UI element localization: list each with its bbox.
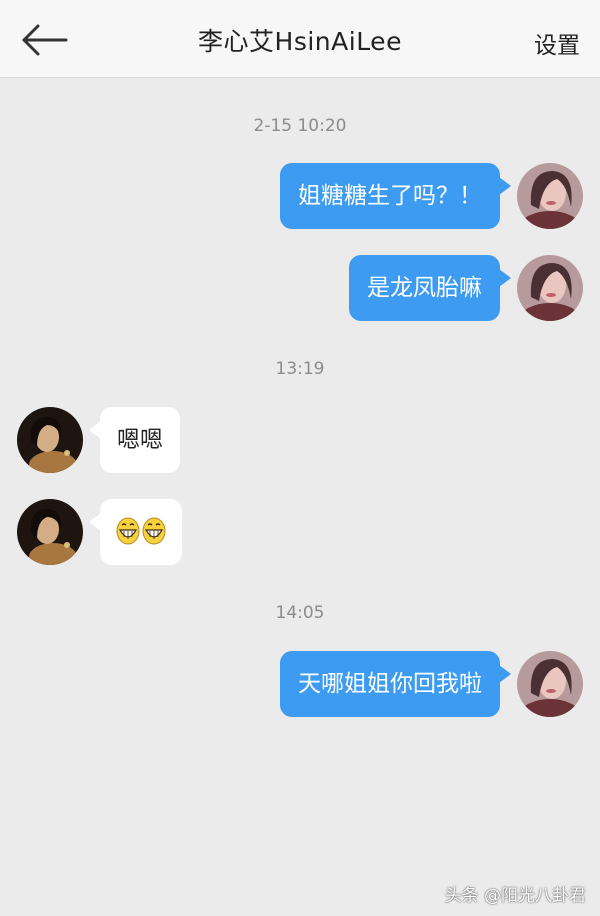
my-avatar[interactable] — [517, 651, 583, 717]
incoming-emoji-bubble[interactable] — [89, 499, 182, 565]
emoji-row — [116, 517, 166, 545]
chat-title: 李心艾HsinAiLee — [198, 27, 402, 56]
watermark: 头条 @阳光八卦君 — [444, 886, 586, 906]
timestamp: 13:19 — [275, 359, 325, 379]
grinning-face-icon — [116, 517, 140, 545]
grinning-face-icon — [142, 517, 166, 545]
settings-button[interactable]: 设置 — [534, 26, 580, 60]
outgoing-message-bubble[interactable]: 姐糖糖生了吗？！ — [280, 163, 511, 229]
my-avatar[interactable] — [517, 163, 583, 229]
top-navigation-bar: 李心艾HsinAiLee 设置 — [0, 0, 600, 78]
timestamp: 2-15 10:20 — [253, 116, 347, 136]
my-avatar[interactable] — [517, 255, 583, 321]
contact-avatar[interactable] — [17, 407, 83, 473]
outgoing-message-bubble[interactable]: 是龙凤胎嘛 — [349, 255, 511, 321]
outgoing-message-bubble[interactable]: 天哪姐姐你回我啦 — [280, 651, 511, 717]
incoming-message-bubble[interactable]: 嗯嗯 — [89, 407, 180, 473]
contact-avatar[interactable] — [17, 499, 83, 565]
timestamp: 14:05 — [275, 603, 325, 623]
